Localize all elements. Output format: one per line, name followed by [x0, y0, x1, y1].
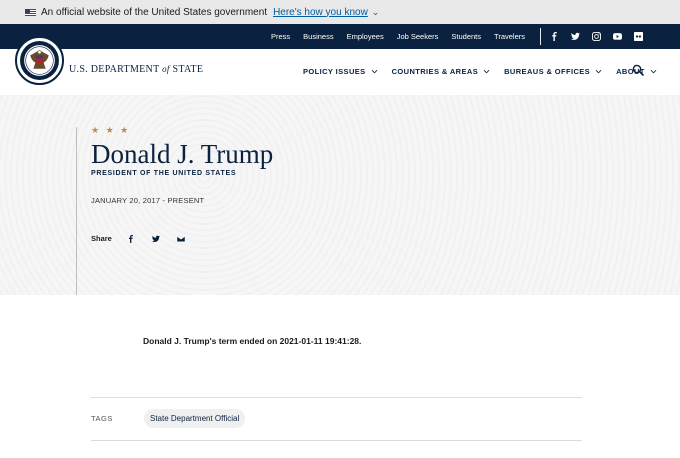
flickr-icon[interactable]: [633, 32, 643, 42]
students-link[interactable]: Students: [451, 32, 481, 41]
term-dates: JANUARY 20, 2017 - PRESENT: [91, 196, 205, 205]
utility-divider: [540, 28, 541, 45]
travelers-link[interactable]: Travelers: [494, 32, 525, 41]
instagram-icon[interactable]: [591, 32, 601, 42]
social-links: [549, 24, 643, 49]
gov-banner: An official website of the United States…: [0, 0, 680, 24]
press-link[interactable]: Press: [271, 32, 290, 41]
wordmark-of: of: [162, 64, 170, 74]
utility-links: Press Business Employees Job Seekers Stu…: [271, 24, 525, 49]
stars-ornament: ★ ★ ★: [91, 125, 131, 135]
wordmark-prefix: U.S. DEPARTMENT: [69, 64, 160, 75]
term-ended-text: Donald J. Trump's term ended on 2021-01-…: [143, 336, 362, 346]
facebook-icon[interactable]: [549, 32, 559, 42]
nav-countries-areas[interactable]: COUNTRIES & AREAS: [392, 67, 491, 76]
divider: [91, 397, 582, 398]
employees-link[interactable]: Employees: [347, 32, 384, 41]
site-wordmark[interactable]: U.S. DEPARTMENT of STATE: [69, 64, 203, 75]
nav-label: BUREAUS & OFFICES: [504, 66, 591, 76]
share-twitter-icon[interactable]: [151, 233, 162, 244]
business-link[interactable]: Business: [303, 32, 333, 41]
site-header: U.S. DEPARTMENT of STATE POLICY ISSUES C…: [0, 36, 680, 95]
nav-label: COUNTRIES & AREAS: [391, 66, 479, 76]
us-flag-icon: [25, 8, 36, 16]
share-facebook-icon[interactable]: [126, 233, 137, 244]
heres-how-you-know-link[interactable]: Here's how you know: [273, 7, 368, 18]
tags-label: TAGS: [91, 414, 113, 423]
utility-bar: Press Business Employees Job Seekers Stu…: [0, 24, 680, 49]
share-label: Share: [91, 234, 112, 243]
chevron-down-icon: [595, 69, 602, 73]
nav-label: POLICY ISSUES: [303, 66, 366, 76]
chevron-down-icon[interactable]: ⌄: [372, 7, 380, 18]
nav-bureaus-offices[interactable]: BUREAUS & OFFICES: [504, 67, 602, 76]
divider: [91, 440, 582, 441]
gov-banner-text: An official website of the United States…: [41, 6, 268, 18]
youtube-icon[interactable]: [612, 32, 622, 42]
main-nav: POLICY ISSUES COUNTRIES & AREAS BUREAUS …: [303, 49, 657, 93]
nav-policy-issues[interactable]: POLICY ISSUES: [303, 67, 378, 76]
chevron-down-icon: [650, 69, 657, 73]
wordmark-suffix: STATE: [172, 64, 204, 75]
page-subtitle: PRESIDENT OF THE UNITED STATES: [91, 170, 237, 177]
department-seal-icon[interactable]: [15, 36, 64, 85]
search-icon[interactable]: [632, 64, 644, 76]
chevron-down-icon: [483, 69, 490, 73]
page-title: Donald J. Trump: [91, 139, 274, 169]
job-seekers-link[interactable]: Job Seekers: [397, 32, 439, 41]
hero-accent-line: [76, 127, 77, 295]
share-bar: Share: [91, 233, 201, 244]
share-email-icon[interactable]: [176, 233, 187, 244]
twitter-icon[interactable]: [570, 32, 580, 42]
chevron-down-icon: [371, 69, 377, 73]
tag-state-department-official[interactable]: State Department Official: [144, 409, 246, 428]
